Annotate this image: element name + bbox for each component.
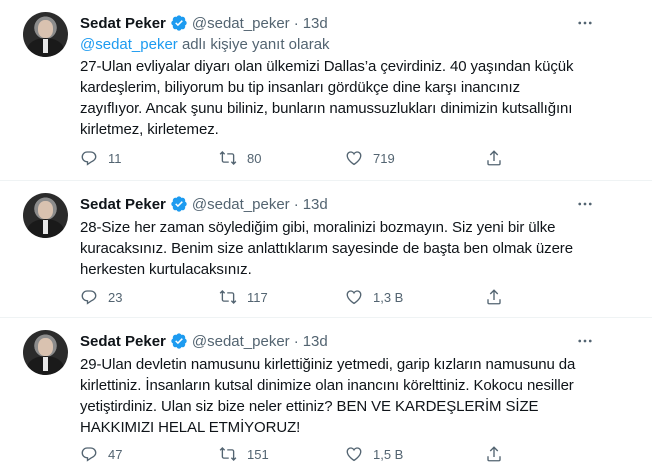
like-count: 1,3 B bbox=[373, 289, 404, 305]
share-icon bbox=[487, 289, 501, 305]
more-icon bbox=[578, 21, 592, 25]
more-icon bbox=[578, 202, 592, 206]
retweet-icon bbox=[219, 447, 237, 461]
heart-icon bbox=[346, 151, 362, 166]
verified-badge-icon bbox=[171, 15, 187, 31]
tweet-text-line: 29-Ulan devletin namusunu kirlettiğiniz … bbox=[80, 356, 576, 373]
author-name[interactable]: Sedat Peker bbox=[80, 333, 166, 350]
tweet-text: 29-Ulan devletin namusunu kirlettiğiniz … bbox=[80, 354, 580, 438]
heart-icon bbox=[346, 447, 362, 462]
tweet-text-line: yetiştirdiniz. Ulan siz bize neler ettin… bbox=[80, 398, 539, 415]
tweet-text: 27-Ulan evliyalar diyarı olan ülkemizi D… bbox=[80, 56, 580, 140]
separator-dot: · bbox=[293, 332, 299, 350]
author-handle[interactable]: @sedat_peker bbox=[192, 196, 290, 213]
retweet-icon bbox=[219, 290, 237, 304]
retweet-count: 117 bbox=[247, 289, 268, 305]
tweet-time[interactable]: 13d bbox=[303, 196, 328, 213]
like-count: 719 bbox=[373, 150, 395, 166]
separator-dot: · bbox=[293, 14, 299, 32]
share-button[interactable] bbox=[485, 287, 503, 307]
tweet-29[interactable]: Sedat Peker @sedat_peker · 13d 29-Ulan d… bbox=[0, 318, 652, 465]
more-options-button[interactable] bbox=[574, 330, 596, 352]
reply-icon bbox=[81, 447, 97, 462]
retweet-button[interactable]: 80 bbox=[219, 148, 261, 168]
share-button[interactable] bbox=[485, 444, 503, 464]
more-icon bbox=[578, 339, 592, 343]
tweet-text-line: 27-Ulan evliyalar diyarı olan ülkemizi D… bbox=[80, 58, 574, 75]
reply-context-label: adlı kişiye yanıt olarak bbox=[177, 36, 330, 53]
like-button[interactable]: 1,3 B bbox=[345, 287, 403, 307]
tweet-text-line: herkesten kurtulacaksınız. bbox=[80, 261, 252, 278]
tweet-time[interactable]: 13d bbox=[303, 15, 328, 32]
reply-button[interactable]: 11 bbox=[80, 148, 122, 168]
tweet-text-line: kardeşlerim, biliyorum bu tip insanları … bbox=[80, 79, 520, 96]
tweet-header: Sedat Peker @sedat_peker · 13d bbox=[80, 193, 328, 215]
author-handle[interactable]: @sedat_peker bbox=[192, 333, 290, 350]
reply-count: 11 bbox=[108, 150, 122, 166]
verified-badge-icon bbox=[171, 333, 187, 349]
tweet-time[interactable]: 13d bbox=[303, 333, 328, 350]
tweet-text-line: zayıflıyor. Ancak şunu biliniz, bunların… bbox=[80, 100, 573, 117]
tweet-text-line: kuracaksınız. Benim size anlattıklarım s… bbox=[80, 240, 573, 257]
retweet-icon bbox=[219, 151, 237, 165]
reply-count: 23 bbox=[108, 289, 123, 305]
reply-button[interactable]: 23 bbox=[80, 287, 122, 307]
tweet-text-line: kirlettiniz. İnsanların kutsal dinimize … bbox=[80, 377, 574, 394]
author-handle[interactable]: @sedat_peker bbox=[192, 15, 290, 32]
tweet-text-line: kirletmez, kirletemez. bbox=[80, 121, 219, 138]
reply-context: @sedat_peker adlı kişiye yanıt olarak bbox=[80, 36, 330, 53]
retweet-button[interactable]: 117 bbox=[219, 287, 268, 307]
avatar[interactable] bbox=[23, 193, 68, 238]
avatar[interactable] bbox=[23, 330, 68, 375]
author-name[interactable]: Sedat Peker bbox=[80, 196, 166, 213]
tweet-feed: Sedat Peker @sedat_peker · 13d @sedat_pe… bbox=[0, 0, 652, 465]
like-button[interactable]: 1,5 B bbox=[345, 444, 403, 464]
tweet-text-line: 28-Size her zaman söylediğim gibi, moral… bbox=[80, 219, 556, 236]
tweet-27[interactable]: Sedat Peker @sedat_peker · 13d @sedat_pe… bbox=[0, 0, 652, 178]
reply-button[interactable]: 47 bbox=[80, 444, 122, 464]
author-name[interactable]: Sedat Peker bbox=[80, 15, 166, 32]
verified-badge-icon bbox=[171, 196, 187, 212]
tweet-header: Sedat Peker @sedat_peker · 13d bbox=[80, 12, 328, 34]
tweet-header: Sedat Peker @sedat_peker · 13d bbox=[80, 330, 328, 352]
reply-icon bbox=[81, 151, 97, 166]
avatar[interactable] bbox=[23, 12, 68, 57]
retweet-button[interactable]: 151 bbox=[219, 444, 269, 464]
tweet-text-line: HAKKIMIZI HELAL ETMİYORUZ! bbox=[80, 419, 301, 436]
reply-mention-link[interactable]: @sedat_peker bbox=[80, 36, 178, 53]
more-options-button[interactable] bbox=[574, 12, 596, 34]
reply-icon bbox=[81, 290, 97, 305]
reply-count: 47 bbox=[108, 446, 123, 462]
tweet-actions: 47 151 1,5 B bbox=[80, 444, 520, 464]
separator-dot: · bbox=[293, 195, 299, 213]
more-options-button[interactable] bbox=[574, 193, 596, 215]
like-button[interactable]: 719 bbox=[345, 148, 395, 168]
heart-icon bbox=[346, 290, 362, 305]
tweet-actions: 23 117 1,3 B bbox=[80, 287, 520, 307]
tweet-28[interactable]: Sedat Peker @sedat_peker · 13d 28-Size h… bbox=[0, 181, 652, 317]
share-button[interactable] bbox=[485, 148, 503, 168]
tweet-text: 28-Size her zaman söylediğim gibi, moral… bbox=[80, 217, 580, 280]
like-count: 1,5 B bbox=[373, 446, 404, 462]
retweet-count: 80 bbox=[247, 150, 262, 166]
tweet-actions: 11 80 719 bbox=[80, 148, 520, 168]
share-icon bbox=[487, 150, 501, 166]
retweet-count: 151 bbox=[247, 446, 269, 462]
share-icon bbox=[487, 446, 501, 462]
